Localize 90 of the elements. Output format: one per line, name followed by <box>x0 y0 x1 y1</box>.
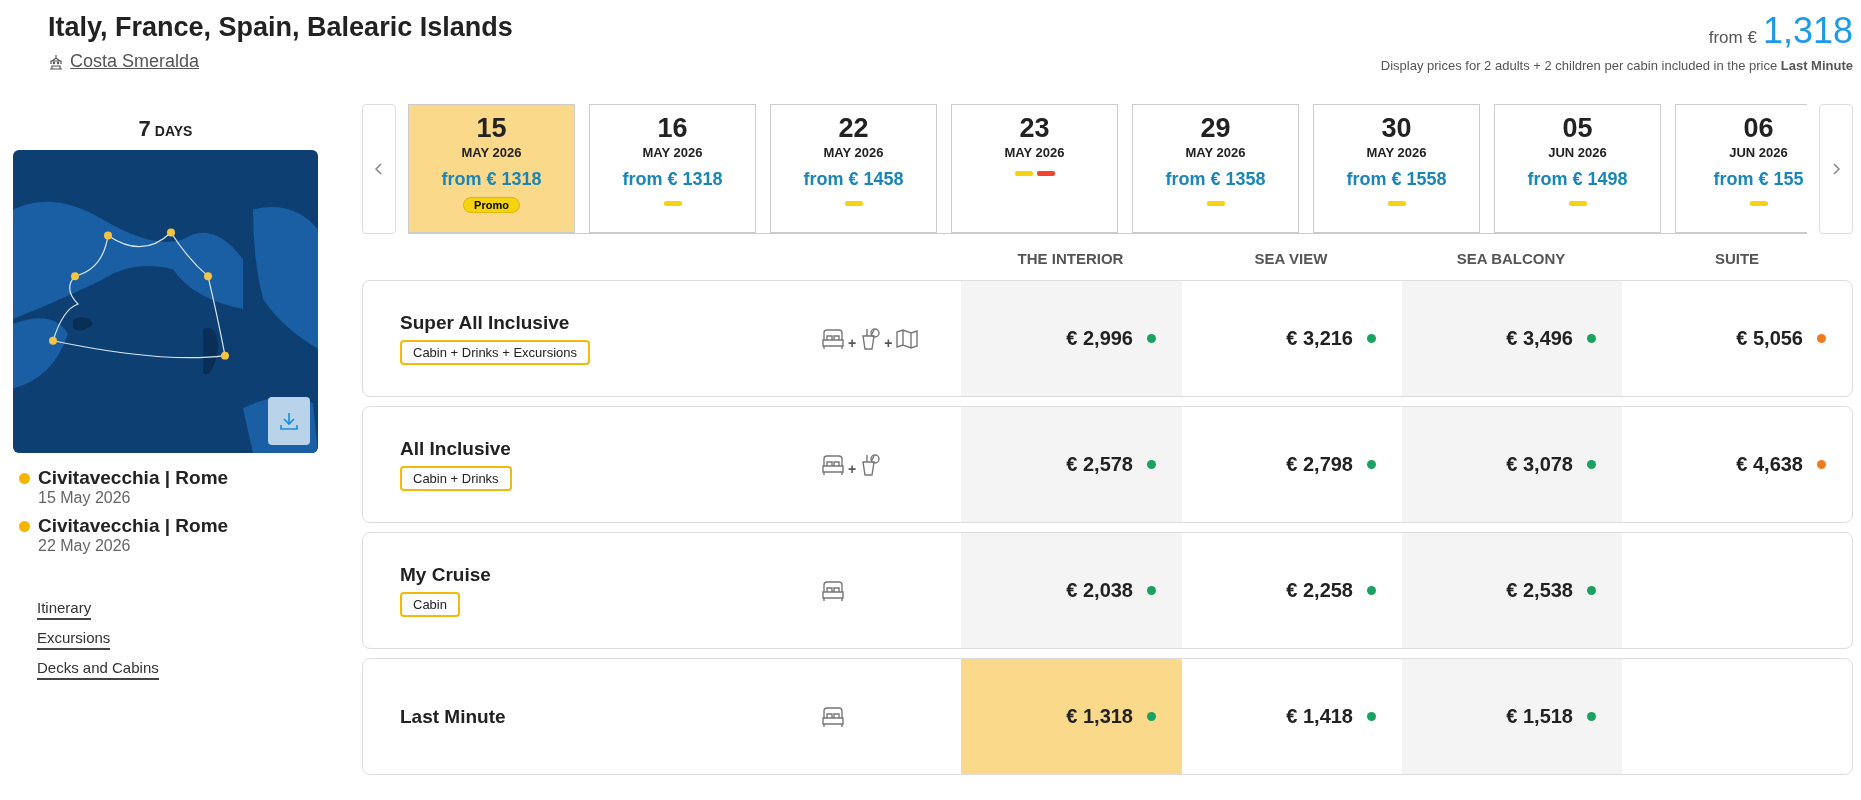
fare-name: My Cruise <box>400 564 491 586</box>
date-month: MAY 2026 <box>823 145 884 160</box>
cabin-price[interactable]: € 3,078 <box>1506 453 1573 476</box>
download-icon <box>278 410 300 432</box>
cruise-title: Italy, France, Spain, Balearic Islands <box>48 12 513 43</box>
download-button[interactable] <box>268 397 310 445</box>
date-month: JUN 2026 <box>1729 145 1788 160</box>
plus-sign: + <box>848 334 857 351</box>
column-header: SUITE <box>1713 249 1761 267</box>
port-dot <box>19 521 30 532</box>
ship-icon <box>48 53 64 70</box>
date-day: 06 <box>1743 113 1774 144</box>
date-card[interactable]: 29 MAY 2026 from € 1358 <box>1132 104 1299 233</box>
date-price: from € 155 <box>1713 169 1804 190</box>
date-month: MAY 2026 <box>1004 145 1065 160</box>
date-day: 16 <box>657 113 688 144</box>
cocktail-icon <box>859 452 882 477</box>
date-price: from € 1458 <box>803 169 904 190</box>
date-card[interactable]: 16 MAY 2026 from € 1318 <box>589 104 756 233</box>
map-icon <box>895 327 920 350</box>
cabin-price[interactable]: € 3,496 <box>1506 327 1573 350</box>
ship-link[interactable]: Costa Smeralda <box>70 51 200 72</box>
fare-tag: Cabin + Drinks + Excursions <box>400 340 590 365</box>
cabin-price[interactable]: € 2,578 <box>1066 453 1133 476</box>
section-link[interactable]: Excursions <box>37 629 111 650</box>
date-price: from € 1318 <box>441 169 542 190</box>
date-card[interactable]: 23 MAY 2026 <box>951 104 1118 233</box>
date-month: MAY 2026 <box>461 145 522 160</box>
cabin-price[interactable]: € 1,318 <box>1066 705 1133 728</box>
date-day: 29 <box>1200 113 1231 144</box>
plus-sign: + <box>884 334 893 351</box>
date-day: 23 <box>1019 113 1050 144</box>
cabin-price[interactable]: € 1,418 <box>1286 705 1353 728</box>
date-day: 30 <box>1381 113 1412 144</box>
section-link[interactable]: Decks and Cabins <box>37 659 159 680</box>
section-link[interactable]: Itinerary <box>37 599 92 620</box>
bed-icon <box>821 705 845 728</box>
date-month: MAY 2026 <box>642 145 703 160</box>
date-day: 22 <box>838 113 869 144</box>
date-card[interactable]: 05 JUN 2026 from € 1498 <box>1494 104 1661 233</box>
cabin-price[interactable]: € 2,538 <box>1506 579 1573 602</box>
bed-icon <box>821 327 845 350</box>
price-note: Display prices for 2 adults + 2 children per cabin included in the price Last Minute <box>1380 58 1853 73</box>
days-label: DAYS <box>154 123 193 139</box>
lowest-price: 1,318 <box>1762 10 1853 52</box>
date-day: 05 <box>1562 113 1593 144</box>
fare-tag: Cabin <box>400 592 460 617</box>
next-button[interactable] <box>1819 104 1853 234</box>
port-date: 15 May 2026 <box>38 489 132 507</box>
fare-name: Super All Inclusive <box>400 312 571 334</box>
date-price: from € 1558 <box>1346 169 1447 190</box>
promo-badge: Promo <box>463 197 520 213</box>
fare-name: Last Minute <box>400 705 506 728</box>
cabin-price[interactable]: € 5,056 <box>1736 327 1803 350</box>
date-card[interactable]: 15 MAY 2026 from € 1318 Promo <box>408 104 575 233</box>
cabin-price[interactable]: € 1,518 <box>1506 705 1573 728</box>
column-header: THE INTERIOR <box>1016 249 1125 267</box>
cabin-price[interactable]: € 2,038 <box>1066 579 1133 602</box>
port-name: Civitavecchia | Rome <box>38 515 229 537</box>
date-card[interactable]: 06 JUN 2026 from € 155 <box>1675 104 1807 233</box>
date-price: from € 1358 <box>1165 169 1266 190</box>
cabin-price[interactable]: € 2,258 <box>1286 579 1353 602</box>
days-number: 7 <box>138 116 151 141</box>
cabin-price[interactable]: € 4,638 <box>1736 453 1803 476</box>
date-day: 15 <box>476 113 507 144</box>
cabin-price[interactable]: € 3,216 <box>1286 327 1353 350</box>
date-price: from € 1318 <box>622 169 723 190</box>
price-prefix: from € <box>1708 28 1757 48</box>
port-dot <box>19 473 30 484</box>
cocktail-icon <box>859 326 882 351</box>
plus-sign: + <box>848 460 857 477</box>
bed-icon <box>821 579 845 602</box>
date-month: JUN 2026 <box>1548 145 1607 160</box>
fare-tag: Cabin + Drinks <box>400 466 512 491</box>
chevron-left-icon <box>374 161 384 177</box>
port-name: Civitavecchia | Rome <box>38 467 229 489</box>
date-card[interactable]: 22 MAY 2026 from € 1458 <box>770 104 937 233</box>
cabin-price[interactable]: € 2,996 <box>1066 327 1133 350</box>
date-price: from € 1498 <box>1527 169 1628 190</box>
column-header: SEA VIEW <box>1253 249 1329 267</box>
date-card[interactable]: 30 MAY 2026 from € 1558 <box>1313 104 1480 233</box>
fare-name: All Inclusive <box>400 438 512 460</box>
date-month: MAY 2026 <box>1185 145 1246 160</box>
date-month: MAY 2026 <box>1366 145 1427 160</box>
chevron-right-icon <box>1831 161 1841 177</box>
bed-icon <box>821 453 845 476</box>
port-date: 22 May 2026 <box>38 537 132 555</box>
cabin-price[interactable]: € 2,798 <box>1286 453 1353 476</box>
column-header: SEA BALCONY <box>1455 249 1567 267</box>
previous-button[interactable] <box>362 104 396 234</box>
